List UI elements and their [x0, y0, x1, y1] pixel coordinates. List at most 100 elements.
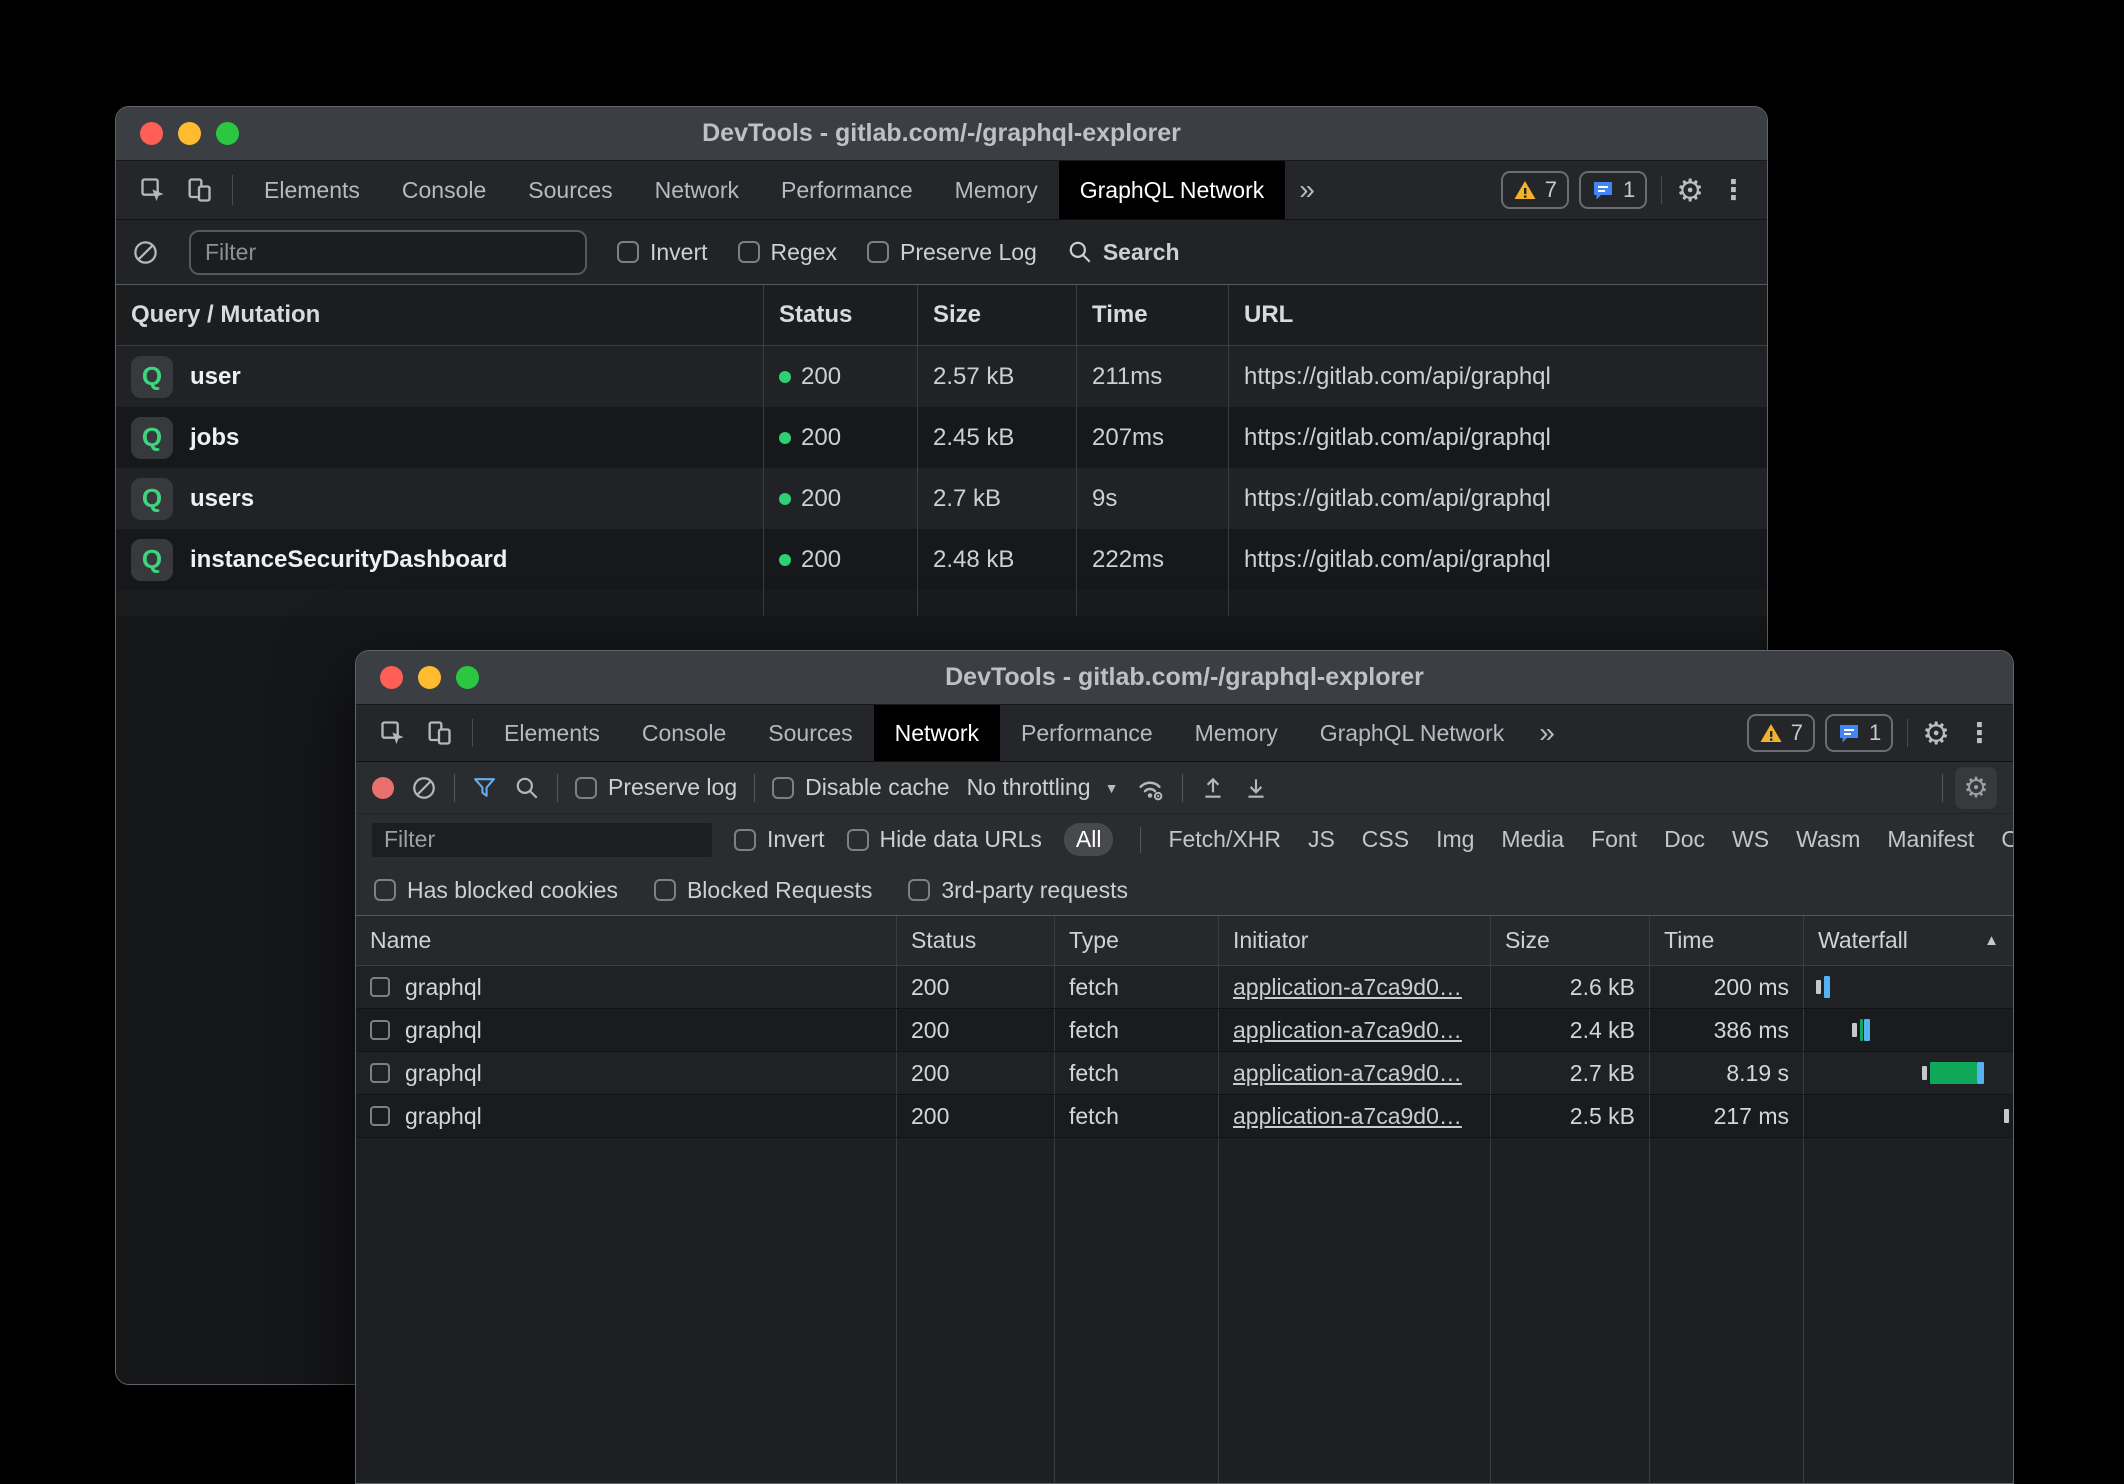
column-header-type[interactable]: Type — [1055, 916, 1219, 965]
type-filter-img[interactable]: Img — [1436, 826, 1474, 853]
issues-badge[interactable]: 1 — [1579, 171, 1647, 209]
warnings-badge[interactable]: 7 — [1747, 714, 1815, 752]
column-header-size[interactable]: Size — [1491, 916, 1650, 965]
type-filter-media[interactable]: Media — [1501, 826, 1564, 853]
column-header-query-mutation[interactable]: Query / Mutation — [116, 285, 764, 345]
issues-badge[interactable]: 1 — [1825, 714, 1893, 752]
inspect-element-icon[interactable] — [130, 161, 176, 219]
network-settings-gear-icon[interactable]: ⚙ — [1955, 767, 1997, 809]
minimize-window-button[interactable] — [178, 122, 201, 145]
tab-console[interactable]: Console — [621, 705, 747, 761]
warnings-badge[interactable]: 7 — [1501, 171, 1569, 209]
tab-elements[interactable]: Elements — [243, 161, 381, 219]
checkbox[interactable] — [575, 777, 597, 799]
initiator-link[interactable]: application-a7ca9d0… — [1233, 974, 1462, 1001]
device-toolbar-icon[interactable] — [176, 161, 222, 219]
export-har-icon[interactable] — [1243, 775, 1269, 801]
type-filter-fetch-xhr[interactable]: Fetch/XHR — [1168, 826, 1280, 853]
type-filter-all[interactable]: All — [1064, 823, 1114, 856]
checkbox[interactable] — [867, 241, 889, 263]
record-button[interactable] — [372, 777, 394, 799]
type-filter-wasm[interactable]: Wasm — [1796, 826, 1860, 853]
invert-checkbox[interactable]: Invert — [617, 239, 708, 266]
column-header-time[interactable]: Time — [1650, 916, 1804, 965]
tab-network[interactable]: Network — [874, 705, 1000, 761]
column-header-name[interactable]: Name — [356, 916, 897, 965]
type-filter-other[interactable]: Other — [2001, 826, 2014, 853]
clear-icon[interactable] — [132, 239, 159, 266]
initiator-link[interactable]: application-a7ca9d0… — [1233, 1017, 1462, 1044]
checkbox[interactable] — [772, 777, 794, 799]
tab-console[interactable]: Console — [381, 161, 507, 219]
search-icon[interactable] — [514, 775, 540, 801]
regex-checkbox[interactable]: Regex — [738, 239, 837, 266]
clear-icon[interactable] — [411, 775, 437, 801]
checkbox[interactable] — [738, 241, 760, 263]
type-filter-font[interactable]: Font — [1591, 826, 1637, 853]
table-row[interactable]: Qjobs 200 2.45 kB 207ms https://gitlab.c… — [116, 407, 1767, 468]
hide-data-urls-checkbox[interactable]: Hide data URLs — [847, 826, 1042, 853]
preserve-log-checkbox[interactable]: Preserve Log — [867, 239, 1037, 266]
settings-gear-icon[interactable]: ⚙ — [1676, 175, 1704, 206]
has-blocked-cookies-checkbox[interactable]: Has blocked cookies — [374, 877, 618, 904]
initiator-link[interactable]: application-a7ca9d0… — [1233, 1103, 1462, 1130]
minimize-window-button[interactable] — [418, 666, 441, 689]
invert-checkbox[interactable]: Invert — [734, 826, 825, 853]
tab-performance[interactable]: Performance — [1000, 705, 1174, 761]
column-header-size[interactable]: Size — [918, 285, 1077, 345]
checkbox[interactable] — [734, 829, 756, 851]
table-row[interactable]: graphql 200 fetch application-a7ca9d0… 2… — [356, 1009, 2013, 1052]
checkbox[interactable] — [654, 879, 676, 901]
throttling-dropdown[interactable]: No throttling ▼ — [967, 774, 1119, 801]
tab-elements[interactable]: Elements — [483, 705, 621, 761]
row-checkbox[interactable] — [370, 1020, 390, 1040]
zoom-window-button[interactable] — [216, 122, 239, 145]
tab-sources[interactable]: Sources — [507, 161, 633, 219]
filter-funnel-icon[interactable] — [472, 775, 497, 800]
preserve-log-checkbox[interactable]: Preserve log — [575, 774, 737, 801]
tab-network[interactable]: Network — [634, 161, 760, 219]
tab-graphql-network[interactable]: GraphQL Network — [1059, 161, 1286, 219]
tab-memory[interactable]: Memory — [1174, 705, 1299, 761]
disable-cache-checkbox[interactable]: Disable cache — [772, 774, 949, 801]
type-filter-js[interactable]: JS — [1308, 826, 1335, 853]
inspect-element-icon[interactable] — [370, 705, 416, 761]
import-har-icon[interactable] — [1200, 775, 1226, 801]
table-row[interactable]: Quser 200 2.57 kB 211ms https://gitlab.c… — [116, 346, 1767, 407]
more-tabs-icon[interactable]: » — [1285, 161, 1329, 219]
column-header-status[interactable]: Status — [897, 916, 1055, 965]
table-row[interactable]: graphql 200 fetch application-a7ca9d0… 2… — [356, 966, 2013, 1009]
blocked-requests-checkbox[interactable]: Blocked Requests — [654, 877, 872, 904]
column-header-status[interactable]: Status — [764, 285, 918, 345]
filter-input[interactable] — [189, 230, 587, 275]
table-row[interactable]: graphql 200 fetch application-a7ca9d0… 2… — [356, 1095, 2013, 1138]
kebab-menu-icon[interactable]: ⋮ — [1714, 177, 1753, 204]
type-filter-doc[interactable]: Doc — [1664, 826, 1705, 853]
column-header-waterfall[interactable]: Waterfall ▲ — [1804, 916, 2013, 965]
checkbox[interactable] — [908, 879, 930, 901]
tab-sources[interactable]: Sources — [747, 705, 873, 761]
row-checkbox[interactable] — [370, 977, 390, 997]
network-conditions-icon[interactable] — [1135, 773, 1165, 803]
third-party-requests-checkbox[interactable]: 3rd-party requests — [908, 877, 1128, 904]
type-filter-css[interactable]: CSS — [1362, 826, 1409, 853]
column-header-time[interactable]: Time — [1077, 285, 1229, 345]
type-filter-ws[interactable]: WS — [1732, 826, 1769, 853]
tab-graphql-network[interactable]: GraphQL Network — [1299, 705, 1526, 761]
column-header-initiator[interactable]: Initiator — [1219, 916, 1491, 965]
initiator-link[interactable]: application-a7ca9d0… — [1233, 1060, 1462, 1087]
tab-memory[interactable]: Memory — [934, 161, 1059, 219]
settings-gear-icon[interactable]: ⚙ — [1922, 718, 1950, 749]
search-button[interactable]: Search — [1067, 239, 1180, 266]
checkbox[interactable] — [847, 829, 869, 851]
more-tabs-icon[interactable]: » — [1525, 705, 1569, 761]
table-row[interactable]: graphql 200 fetch application-a7ca9d0… 2… — [356, 1052, 2013, 1095]
row-checkbox[interactable] — [370, 1063, 390, 1083]
type-filter-manifest[interactable]: Manifest — [1887, 826, 1974, 853]
table-row[interactable]: QinstanceSecurityDashboard 200 2.48 kB 2… — [116, 529, 1767, 590]
checkbox[interactable] — [374, 879, 396, 901]
row-checkbox[interactable] — [370, 1106, 390, 1126]
close-window-button[interactable] — [380, 666, 403, 689]
close-window-button[interactable] — [140, 122, 163, 145]
device-toolbar-icon[interactable] — [416, 705, 462, 761]
